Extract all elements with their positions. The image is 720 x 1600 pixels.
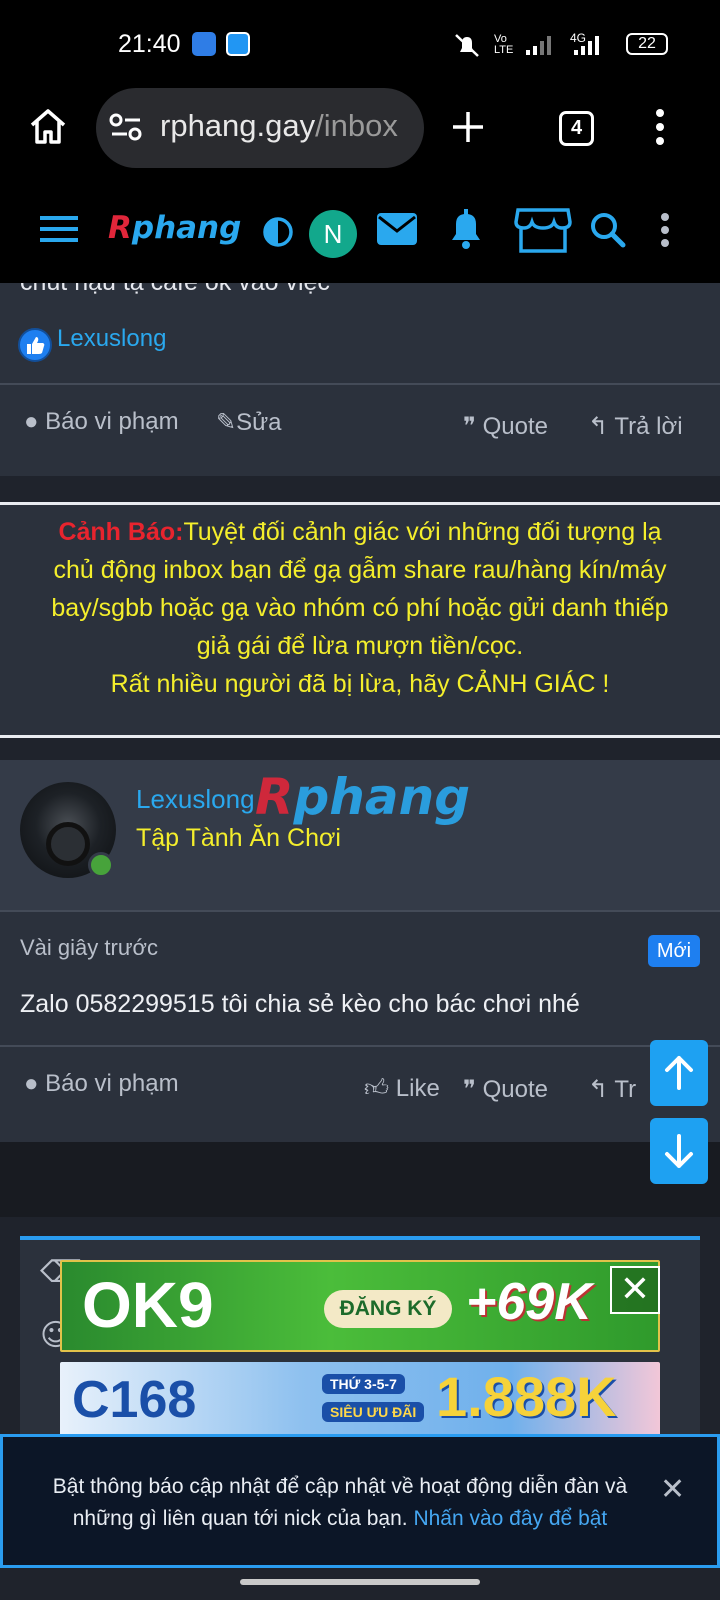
reply-icon: ↰: [588, 413, 609, 440]
tab-switcher-button[interactable]: 4: [559, 111, 594, 146]
signal-icon-2: [574, 36, 599, 55]
reaction-user-link[interactable]: Lexuslong: [57, 325, 166, 353]
pencil-icon: ✎: [216, 409, 237, 436]
site-logo[interactable]: Rphang: [108, 210, 241, 246]
silent-bell-icon: [455, 34, 479, 57]
url-text[interactable]: rphang.gay/inbox: [160, 108, 410, 144]
online-status-icon: [88, 852, 114, 878]
warning-line-5: Rất nhiều người đã bị lừa, hãy CẢNH GIÁC…: [110, 670, 610, 698]
reply-button[interactable]: ↰ Trả lời: [588, 412, 683, 441]
ad-c168-brand: C168: [72, 1371, 197, 1429]
enable-notifications-link[interactable]: Nhấn vào đây để bật: [413, 1507, 607, 1530]
mail-app-icon: [192, 32, 216, 56]
new-tab-icon[interactable]: [450, 109, 486, 145]
author-username[interactable]: Lexuslong: [136, 784, 255, 815]
alert-icon: ●: [24, 1070, 39, 1097]
gesture-bar[interactable]: [240, 1579, 480, 1585]
close-notification-button[interactable]: ✕: [660, 1472, 685, 1507]
warning-line-2: chủ động inbox bạn để gạ gẫm share rau/h…: [53, 556, 667, 584]
new-badge: Mới: [648, 935, 700, 967]
author-title: Tập Tành Ăn Chơi: [136, 824, 341, 852]
browser-app-icon: [226, 32, 250, 56]
ad-ok9-bonus: +69K: [466, 1273, 592, 1331]
post-content: Zalo 0582299515 tôi chia sẻ kèo cho bác …: [20, 990, 580, 1018]
report-button[interactable]: ● Báo vi phạm: [24, 1070, 179, 1098]
warning-line-3: bay/sgbb hoặc gạ vào nhóm có phí hoặc gử…: [51, 594, 669, 622]
site-more-icon[interactable]: [660, 212, 670, 248]
warning-box: Cảnh Báo:Tuyệt đối cảnh giác với những đ…: [0, 505, 720, 735]
reply-icon: ↰: [588, 1076, 609, 1103]
store-icon[interactable]: [514, 206, 572, 254]
post-divider: [0, 1045, 720, 1047]
ad-c168-promo: SIÊU ƯU ĐÃI: [322, 1402, 425, 1422]
like-reaction-icon: [18, 328, 52, 362]
inbox-icon[interactable]: [376, 212, 418, 246]
close-icon: ✕: [660, 1472, 686, 1507]
hamburger-menu-icon[interactable]: [40, 214, 78, 244]
status-time: 21:40: [118, 30, 181, 58]
quote-icon: ❞: [463, 413, 476, 440]
quote-button[interactable]: ❞ Quote: [463, 412, 548, 441]
close-icon: ✕: [619, 1269, 651, 1310]
ad-c168-days: THỨ 3-5-7: [322, 1374, 405, 1394]
theme-toggle-icon[interactable]: [262, 216, 294, 248]
section-gap: [0, 1142, 720, 1217]
arrow-down-icon: [665, 1134, 693, 1168]
battery-indicator: 22: [626, 33, 668, 55]
thumbs-up-icon: 👍︎: [364, 1075, 390, 1102]
watermark-logo: Rphang: [255, 768, 471, 826]
close-ad-button[interactable]: ✕: [610, 1266, 660, 1314]
ad-ok9-brand: OK9: [82, 1269, 214, 1341]
post-divider: [0, 383, 720, 385]
arrow-up-icon: [665, 1056, 693, 1090]
quote-icon: ❞: [463, 1076, 476, 1103]
site-settings-icon[interactable]: [108, 112, 144, 142]
scroll-up-button[interactable]: [650, 1040, 708, 1106]
previous-post: [0, 283, 720, 476]
scroll-down-button[interactable]: [650, 1118, 708, 1184]
quote-button[interactable]: ❞ Quote: [463, 1075, 548, 1104]
ad-banner-c168[interactable]: C168 THỨ 3-5-7 SIÊU ƯU ĐÃI 1.888K: [60, 1362, 660, 1438]
search-icon[interactable]: [590, 212, 626, 248]
report-button[interactable]: ● Báo vi phạm: [24, 408, 179, 436]
ad-ok9-cta: ĐĂNG KÝ: [324, 1290, 452, 1328]
ad-c168-amount: 1.888K: [436, 1365, 617, 1428]
warning-line-4: giả gái để lừa mượn tiền/cọc.: [196, 632, 524, 660]
browser-menu-icon[interactable]: [654, 108, 666, 146]
notification-bell-icon[interactable]: [446, 208, 486, 250]
warning-line-1: Cảnh Báo:Tuyệt đối cảnh giác với những đ…: [58, 518, 662, 546]
status-bar: 21:40 Vo LTE 4G 22: [0, 0, 720, 90]
home-icon[interactable]: [28, 106, 68, 146]
notification-text: Bật thông báo cập nhật để cập nhật về ho…: [52, 1475, 628, 1530]
like-button[interactable]: 👍︎ Like: [364, 1075, 440, 1103]
post-time: Vài giây trước: [20, 935, 158, 960]
user-avatar[interactable]: N: [309, 210, 357, 258]
reply-button[interactable]: ↰ Tr: [588, 1075, 636, 1104]
signal-icon-1: [526, 36, 551, 55]
alert-icon: ●: [24, 408, 39, 435]
edit-button[interactable]: ✎Sửa: [216, 408, 282, 437]
volte-indicator: Vo LTE: [494, 33, 514, 56]
ad-banner-ok9[interactable]: OK9 ĐĂNG KÝ +69K: [60, 1260, 660, 1352]
warning-bottom-line: [0, 735, 720, 738]
